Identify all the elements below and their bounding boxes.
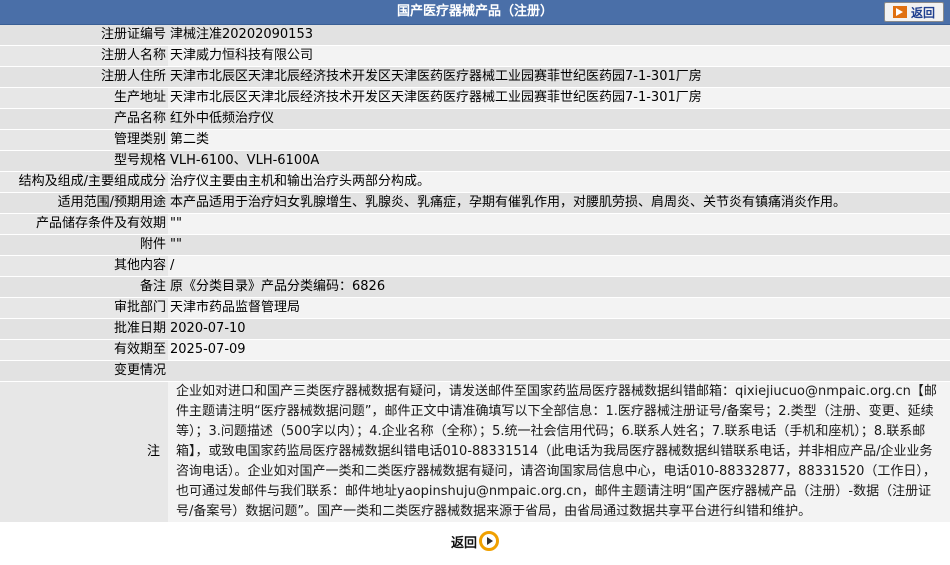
field-label: 注册证编号 (0, 25, 168, 46)
field-value: / (168, 255, 950, 277)
table-row: 结构及组成/主要组成成分 治疗仪主要由主机和输出治疗头两部分构成。 (0, 171, 950, 193)
field-label: 管理类别 (0, 129, 168, 151)
field-label: 其他内容 (0, 255, 168, 277)
note-label: 注 (0, 381, 168, 523)
field-label: 产品名称 (0, 108, 168, 130)
field-value: 2025-07-09 (168, 339, 950, 361)
table-row: 变更情况 (0, 360, 950, 382)
arrow-right-icon (892, 6, 907, 18)
field-label: 适用范围/预期用途 (0, 192, 168, 214)
field-value: 天津市北辰区天津北辰经济技术开发区天津医药医疗器械工业园赛菲世纪医药园7-1-3… (168, 66, 950, 88)
field-value: "" (168, 234, 950, 256)
back-button-label: 返回 (450, 535, 477, 551)
table-row: 有效期至 2025-07-09 (0, 339, 950, 361)
table-row: 备注 原《分类目录》产品分类编码：6826 (0, 276, 950, 298)
field-value: "" (168, 213, 950, 235)
field-label: 注册人名称 (0, 45, 168, 67)
field-label: 结构及组成/主要组成成分 (0, 171, 168, 193)
page-header: 国产医疗器械产品（注册） 返回 (0, 0, 950, 25)
field-value: 津械注准20202090153 (168, 25, 950, 46)
field-value: 原《分类目录》产品分类编码：6826 (168, 276, 950, 298)
detail-table: 注册证编号 津械注准20202090153 注册人名称 天津威力恒科技有限公司 … (0, 25, 950, 523)
back-button-label: 返回 (910, 5, 935, 20)
field-value: 天津威力恒科技有限公司 (168, 45, 950, 67)
table-row: 生产地址 天津市北辰区天津北辰经济技术开发区天津医药医疗器械工业园赛菲世纪医药园… (0, 87, 950, 109)
field-label: 备注 (0, 276, 168, 298)
field-label: 注册人住所 (0, 66, 168, 88)
back-button-bottom[interactable]: 返回 (451, 531, 499, 551)
field-value: VLH-6100、VLH-6100A (168, 150, 950, 172)
table-row: 注册证编号 津械注准20202090153 (0, 25, 950, 46)
field-value: 天津市药品监督管理局 (168, 297, 950, 319)
table-row: 批准日期 2020-07-10 (0, 318, 950, 340)
field-label: 生产地址 (0, 87, 168, 109)
field-value (168, 360, 950, 382)
field-label: 批准日期 (0, 318, 168, 340)
field-label: 产品储存条件及有效期 (0, 213, 168, 235)
play-circle-icon (479, 531, 499, 551)
table-row: 审批部门 天津市药品监督管理局 (0, 297, 950, 319)
field-value: 治疗仪主要由主机和输出治疗头两部分构成。 (168, 171, 950, 193)
back-button-top[interactable]: 返回 (884, 2, 944, 22)
field-label: 有效期至 (0, 339, 168, 361)
table-row: 型号规格 VLH-6100、VLH-6100A (0, 150, 950, 172)
field-value: 本产品适用于治疗妇女乳腺增生、乳腺炎、乳痛症，孕期有催乳作用，对腰肌劳损、肩周炎… (168, 192, 950, 214)
field-value: 第二类 (168, 129, 950, 151)
table-row: 其他内容 / (0, 255, 950, 277)
page-title: 国产医疗器械产品（注册） (396, 4, 553, 19)
field-label: 审批部门 (0, 297, 168, 319)
table-row: 附件 "" (0, 234, 950, 256)
field-label: 变更情况 (0, 360, 168, 382)
note-text: 企业如对进口和国产三类医疗器械数据有疑问，请发送邮件至国家药监局医疗器械数据纠错… (176, 384, 937, 519)
table-row: 注册人名称 天津威力恒科技有限公司 (0, 45, 950, 67)
field-value: 天津市北辰区天津北辰经济技术开发区天津医药医疗器械工业园赛菲世纪医药园7-1-3… (168, 87, 950, 109)
note-cell: 企业如对进口和国产三类医疗器械数据有疑问，请发送邮件至国家药监局医疗器械数据纠错… (168, 381, 950, 523)
table-row: 管理类别 第二类 (0, 129, 950, 151)
table-row: 产品储存条件及有效期 "" (0, 213, 950, 235)
note-row: 注 企业如对进口和国产三类医疗器械数据有疑问，请发送邮件至国家药监局医疗器械数据… (0, 381, 950, 523)
field-label: 附件 (0, 234, 168, 256)
field-value: 2020-07-10 (168, 318, 950, 340)
table-row: 注册人住所 天津市北辰区天津北辰经济技术开发区天津医药医疗器械工业园赛菲世纪医药… (0, 66, 950, 88)
field-value: 红外中低频治疗仪 (168, 108, 950, 130)
page-footer: 返回 (0, 523, 950, 559)
table-row: 产品名称 红外中低频治疗仪 (0, 108, 950, 130)
table-row: 适用范围/预期用途 本产品适用于治疗妇女乳腺增生、乳腺炎、乳痛症，孕期有催乳作用… (0, 192, 950, 214)
field-label: 型号规格 (0, 150, 168, 172)
